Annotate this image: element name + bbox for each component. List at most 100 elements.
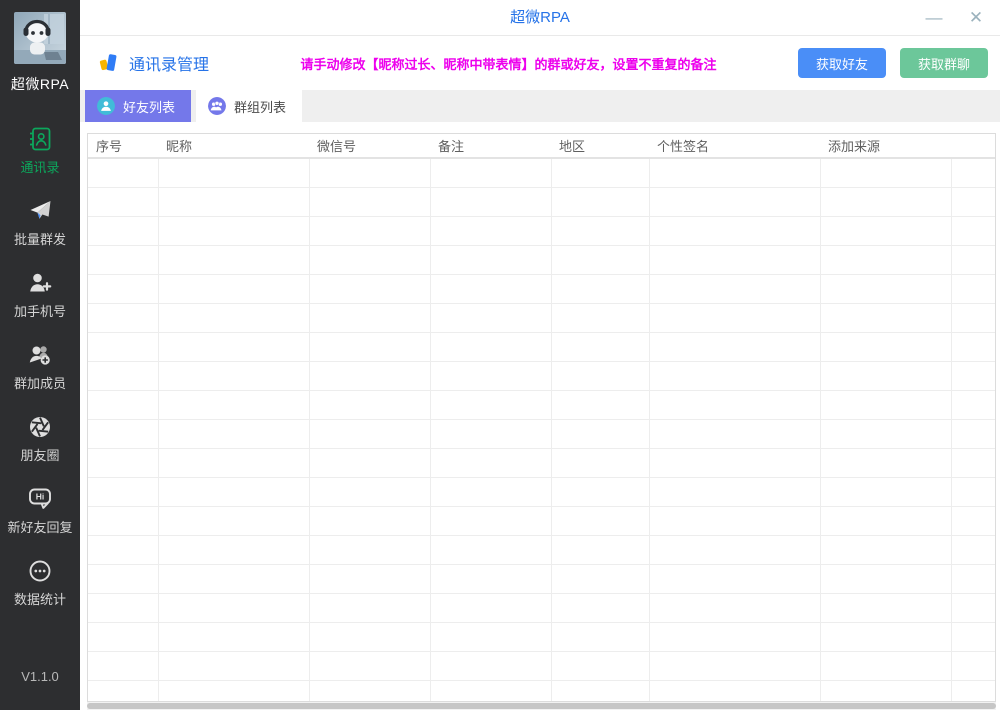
warning-text: 请手动修改【昵称过长、昵称中带表情】的群或好友，设置不重复的备注 [209, 54, 798, 73]
sidebar-item-statistics[interactable]: 数据统计 [0, 558, 80, 630]
horizontal-scrollbar [87, 702, 996, 710]
tab-group-list[interactable]: 群组列表 [196, 90, 302, 122]
table-cell [551, 506, 649, 535]
table-cell [309, 361, 430, 390]
table-cell [158, 332, 309, 361]
sidebar-item-moments[interactable]: 朋友圈 [0, 414, 80, 486]
table-row [88, 506, 996, 535]
table-cell [158, 390, 309, 419]
robot-logo-icon [14, 12, 66, 64]
table-cell [88, 216, 158, 245]
col-header-signature[interactable]: 个性签名 [649, 134, 820, 158]
table-cell [158, 506, 309, 535]
sidebar-item-contacts[interactable]: 通讯录 [0, 126, 80, 198]
table-cell [820, 448, 951, 477]
table-cell [430, 680, 551, 702]
table-cell [649, 216, 820, 245]
table-cell [951, 390, 996, 419]
sidebar-item-label: 新好友回复 [7, 517, 72, 536]
hi-bubble-icon: Hi [27, 486, 53, 512]
table-cell [88, 361, 158, 390]
table-cell [158, 245, 309, 274]
table-row [88, 535, 996, 564]
table-cell [951, 332, 996, 361]
tabbar: 好友列表 群组列表 [80, 90, 1000, 122]
sidebar-nav: 通讯录 批量群发 [0, 126, 80, 630]
sidebar-item-label: 加手机号 [14, 301, 66, 320]
table-cell [649, 419, 820, 448]
table-cell [309, 448, 430, 477]
table-cell [649, 448, 820, 477]
col-header-source[interactable]: 添加来源 [820, 134, 951, 158]
app-window: 超微RPA 通讯录 [0, 0, 1000, 710]
col-header-seq[interactable]: 序号 [88, 134, 158, 158]
table-cell [309, 332, 430, 361]
table-row [88, 680, 996, 702]
table-cell [430, 535, 551, 564]
table-cell [649, 535, 820, 564]
table-header-row: 序号 昵称 微信号 备注 地区 个性签名 添加来源 [88, 134, 996, 158]
table-cell [951, 274, 996, 303]
table-row [88, 216, 996, 245]
table-cell [649, 564, 820, 593]
get-friends-button[interactable]: 获取好友 [798, 48, 886, 78]
table-cell [649, 303, 820, 332]
table-cell [88, 390, 158, 419]
col-header-wechat-id[interactable]: 微信号 [309, 134, 430, 158]
get-groups-button[interactable]: 获取群聊 [900, 48, 988, 78]
table-cell [649, 158, 820, 187]
table-cell [951, 419, 996, 448]
col-header-region[interactable]: 地区 [551, 134, 649, 158]
module-title-wrap: 通讯录管理 [98, 51, 209, 75]
table-cell [551, 564, 649, 593]
sidebar-item-add-phone[interactable]: 加手机号 [0, 270, 80, 342]
table-cell [430, 332, 551, 361]
table-cell [951, 245, 996, 274]
table-cell [951, 593, 996, 622]
main-area: 超微RPA — ✕ 通讯录管理 请手动修改【昵称过长、昵称中带表情】的群或好友，… [80, 0, 1000, 710]
table-cell [88, 419, 158, 448]
close-button[interactable]: ✕ [962, 4, 990, 32]
horizontal-scrollbar-thumb[interactable] [87, 703, 996, 709]
table-cell [551, 245, 649, 274]
table-cell [551, 390, 649, 419]
titlebar: 超微RPA — ✕ [80, 0, 1000, 36]
table-cell [820, 506, 951, 535]
col-header-nickname[interactable]: 昵称 [158, 134, 309, 158]
table-row [88, 245, 996, 274]
table-cell [820, 274, 951, 303]
col-header-remark[interactable]: 备注 [430, 134, 551, 158]
table-cell [158, 564, 309, 593]
table-cell [649, 274, 820, 303]
minimize-button[interactable]: — [920, 4, 948, 32]
table-cell [951, 187, 996, 216]
table-cell [820, 593, 951, 622]
group-add-icon [27, 342, 53, 368]
table-cell [551, 448, 649, 477]
table-cell [309, 564, 430, 593]
group-tab-icon [208, 97, 226, 115]
sidebar-item-group-add-member[interactable]: 群加成员 [0, 342, 80, 414]
table-cell [88, 448, 158, 477]
table-cell [88, 564, 158, 593]
table-cell [88, 622, 158, 651]
table-cell [158, 158, 309, 187]
table-cell [309, 593, 430, 622]
sidebar-item-label: 朋友圈 [20, 445, 59, 464]
table-cell [88, 303, 158, 332]
table-cell [551, 593, 649, 622]
table-cell [309, 680, 430, 702]
table-cell [551, 535, 649, 564]
table-cell [158, 216, 309, 245]
table-cell [88, 680, 158, 702]
table-cell [158, 361, 309, 390]
sidebar-item-new-friend-reply[interactable]: Hi 新好友回复 [0, 486, 80, 558]
aperture-icon [27, 414, 53, 440]
table-cell [820, 651, 951, 680]
table-cell [649, 245, 820, 274]
sidebar-item-batch-send[interactable]: 批量群发 [0, 198, 80, 270]
table-cell [649, 680, 820, 702]
table-row [88, 651, 996, 680]
table-cell [430, 564, 551, 593]
tab-friend-list[interactable]: 好友列表 [85, 90, 191, 122]
